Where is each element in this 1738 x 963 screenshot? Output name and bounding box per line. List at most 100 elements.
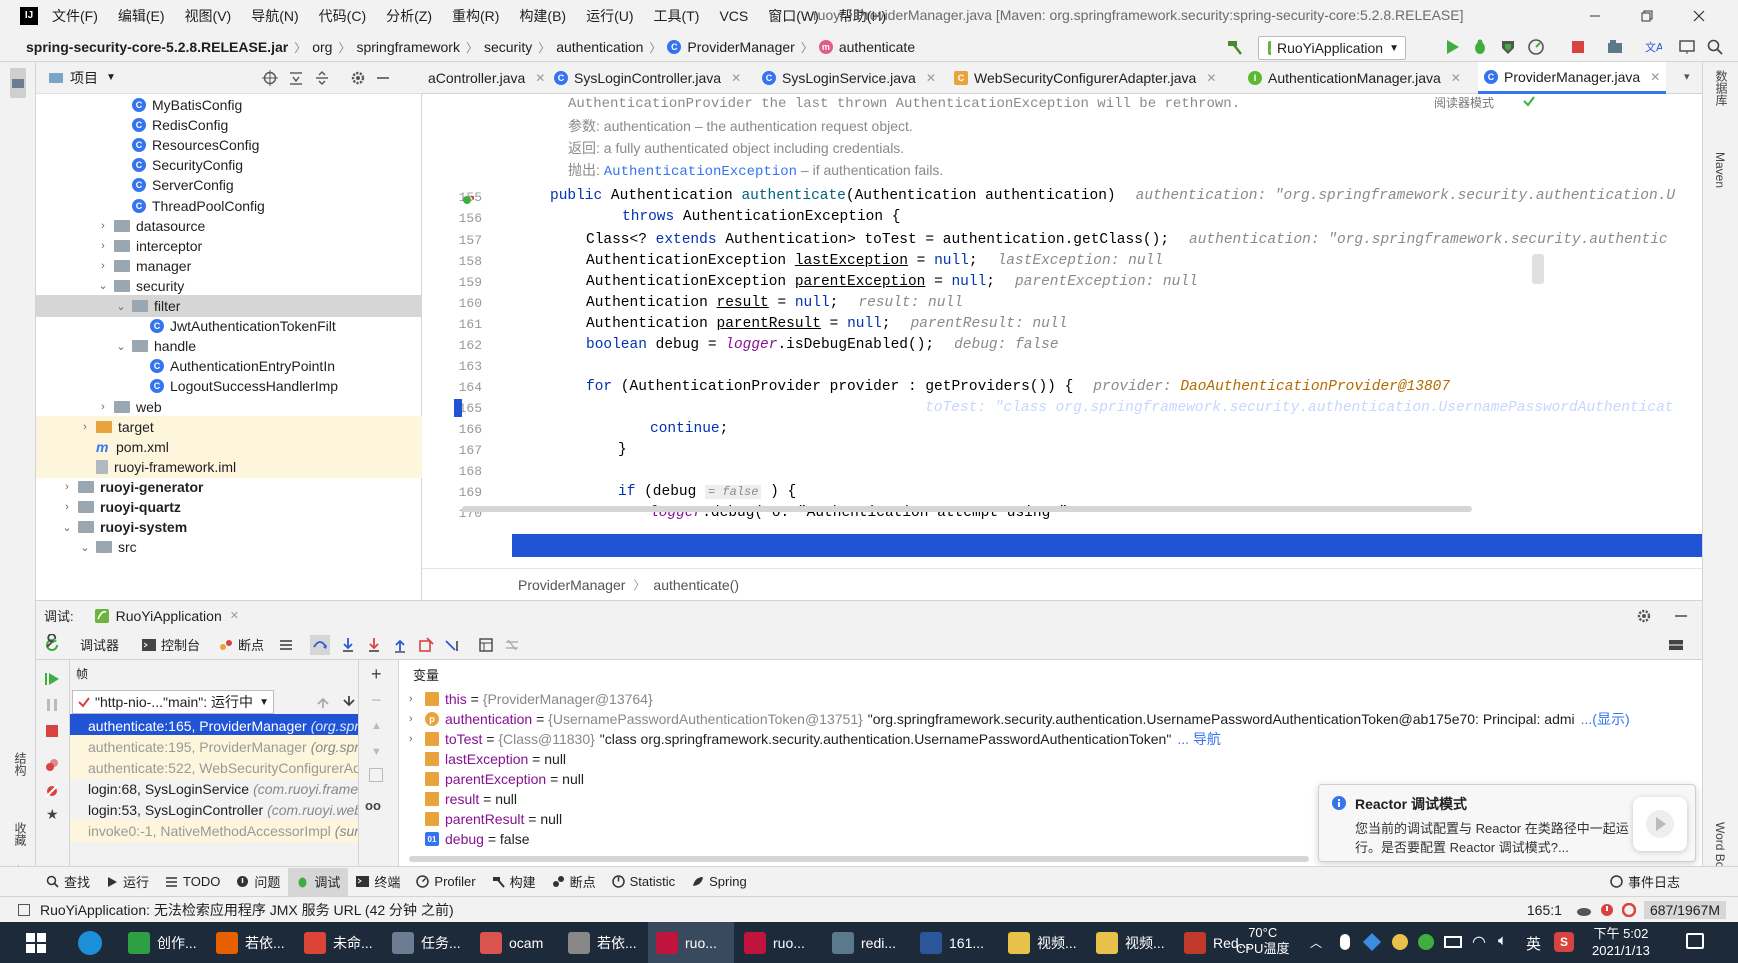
battery-icon[interactable] — [1444, 936, 1462, 948]
variable-row[interactable]: parentException = null — [425, 768, 584, 790]
minimize-button[interactable] — [1572, 0, 1618, 32]
menu-analyze[interactable]: 分析(Z) — [386, 6, 432, 26]
add-icon[interactable]: + — [371, 664, 382, 685]
project-structure-icon[interactable] — [1606, 38, 1624, 56]
status-message[interactable]: RuoYiApplication: 无法检索应用程序 JMX 服务 URL (4… — [40, 900, 454, 920]
taskbar-app[interactable]: 视频... — [1088, 922, 1174, 963]
menu-build[interactable]: 构建(B) — [519, 6, 566, 26]
restore-button[interactable] — [1624, 0, 1670, 32]
tree-item[interactable]: › ruoyi-generator — [36, 476, 422, 498]
tree-item[interactable]: ⌄ ruoyi-system — [36, 516, 422, 538]
inline-debug-value-object[interactable]: DaoAuthenticationProvider@13807 — [1180, 379, 1450, 395]
chevron-down-icon[interactable]: ⌄ — [78, 541, 92, 554]
layout-icon[interactable] — [1668, 637, 1684, 653]
translate-icon[interactable]: 文A — [1644, 38, 1662, 56]
hide-panel-icon[interactable] — [376, 71, 390, 85]
tab-debugger[interactable]: 调试器 — [80, 635, 119, 654]
chevron-right-icon[interactable]: › — [96, 260, 110, 272]
variable-row[interactable]: parentResult = null — [425, 808, 562, 830]
variable-link[interactable]: ... 导航 — [1177, 731, 1221, 747]
tab-sysloginservice[interactable]: C SysLoginService.java ✕ — [756, 62, 942, 94]
reader-mode-toggle[interactable]: 阅读器模式 — [1434, 94, 1494, 111]
close-tab-icon[interactable]: ✕ — [1650, 70, 1660, 84]
tree-item[interactable]: C ThreadPoolConfig — [36, 195, 422, 217]
clock[interactable]: 下午 5:02 2021/1/13 — [1592, 925, 1650, 959]
tree-item[interactable]: C ResourcesConfig — [36, 134, 422, 156]
step-into-icon[interactable] — [340, 637, 356, 653]
mute-breakpoints-icon[interactable] — [44, 783, 60, 799]
recording-widget[interactable] — [1633, 797, 1687, 851]
tab-acontroller[interactable]: aController.java ✕ — [422, 62, 551, 94]
run-icon[interactable] — [1443, 38, 1461, 56]
chevron-right-icon[interactable]: › — [409, 713, 419, 725]
tray-app-icon[interactable] — [1362, 932, 1382, 952]
stack-frame[interactable]: login:53, SysLoginController (com.ruoyi.w… — [70, 798, 398, 821]
chevron-right-icon[interactable]: › — [60, 481, 74, 493]
menu-file[interactable]: 文件(F) — [52, 6, 98, 26]
sogou-icon[interactable]: S — [1554, 932, 1574, 952]
profiler-icon[interactable] — [1527, 38, 1545, 56]
tree-item[interactable]: › ruoyi-quartz — [36, 496, 422, 518]
chevron-down-icon[interactable]: ⌄ — [96, 279, 110, 292]
tree-item[interactable]: › manager — [36, 255, 422, 277]
tool-event-log[interactable]: 事件日志 — [1602, 868, 1688, 896]
volume-icon[interactable]: 🔈︎ — [1498, 932, 1507, 949]
tree-item[interactable]: C RedisConfig — [36, 114, 422, 136]
project-tool-button[interactable] — [10, 68, 26, 98]
tree-item[interactable]: ruoyi-framework.iml — [36, 455, 422, 478]
tree-item[interactable]: C MyBatisConfig — [36, 94, 422, 116]
tool-terminal[interactable]: 终端 — [348, 868, 408, 896]
status-toggle-icon[interactable] — [18, 903, 30, 916]
tool-run[interactable]: 运行 — [98, 868, 157, 896]
chevron-down-icon[interactable]: ▼ — [106, 72, 116, 83]
maven-tool-label[interactable]: Maven — [1713, 152, 1727, 188]
search-everywhere-icon[interactable] — [1706, 38, 1724, 56]
code-editor[interactable]: 阅读器模式 AuthenticationProvider the last th… — [422, 94, 1702, 568]
presentation-icon[interactable] — [1678, 38, 1696, 56]
windows-start-icon[interactable] — [26, 933, 46, 953]
coverage-icon[interactable] — [1499, 38, 1517, 56]
menu-code[interactable]: 代码(C) — [319, 6, 366, 26]
taskbar-app[interactable]: ruo... — [648, 922, 734, 963]
force-step-into-icon[interactable] — [366, 637, 382, 653]
taskbar-app[interactable]: 创作... — [120, 922, 206, 963]
variable-row[interactable]: › p authentication = {UsernamePasswordAuth… — [409, 708, 1630, 730]
tree-item[interactable]: › datasource — [36, 215, 422, 237]
tree-item[interactable]: ⌄ security — [36, 275, 422, 297]
close-tab-icon[interactable]: ✕ — [1451, 71, 1461, 85]
breadcrumb-org[interactable]: org — [312, 39, 332, 55]
tool-build[interactable]: 构建 — [484, 868, 544, 896]
tool-profiler[interactable]: Profiler — [408, 868, 483, 896]
variable-row[interactable]: 01 debug = false — [425, 828, 529, 850]
view-breakpoints-icon[interactable] — [44, 757, 60, 773]
expand-all-icon[interactable] — [288, 70, 304, 86]
microphone-icon[interactable] — [1340, 934, 1350, 950]
project-panel-title[interactable]: 项目 — [70, 68, 98, 88]
tab-sysloginController[interactable]: C SysLoginController.java ✕ — [548, 62, 747, 94]
tool-todo[interactable]: TODO — [157, 868, 228, 896]
step-out-icon[interactable] — [392, 637, 408, 653]
variable-row[interactable]: lastException = null — [425, 748, 566, 770]
taskbar-app[interactable]: 若依... — [208, 922, 294, 963]
taskbar-app[interactable]: 未命... — [296, 922, 382, 963]
thread-selector[interactable]: "http-nio-..."main": 运行中 ▼ — [72, 690, 274, 714]
favorites-tool-label[interactable]: 收藏 — [12, 822, 29, 846]
taskbar-app[interactable]: 若依... — [560, 922, 646, 963]
notification-center-icon[interactable] — [1686, 933, 1704, 949]
taskbar-app[interactable]: ocam — [472, 922, 558, 963]
taskbar-app[interactable]: redi... — [824, 922, 910, 963]
taskbar-app[interactable]: 任务... — [384, 922, 470, 963]
breadcrumb-class[interactable]: ProviderManager — [687, 39, 794, 55]
close-tab-icon[interactable]: ✕ — [731, 71, 741, 85]
tree-item[interactable]: ⌄ src — [36, 536, 422, 558]
tab-breakpoints[interactable]: 断点 — [238, 635, 264, 654]
doc-throws-link[interactable]: AuthenticationException — [604, 164, 797, 180]
tab-websecurityconfigureradapter[interactable]: C WebSecurityConfigurerAdapter.java ✕ — [948, 62, 1222, 94]
close-tab-icon[interactable]: ✕ — [535, 71, 545, 85]
chevron-down-icon[interactable]: ⌄ — [114, 300, 128, 313]
chevron-right-icon[interactable]: › — [96, 401, 110, 413]
variable-link[interactable]: ...(显示) — [1581, 711, 1630, 727]
error-icon[interactable] — [1600, 903, 1614, 917]
variable-row[interactable]: result = null — [425, 788, 517, 810]
tree-item[interactable]: m pom.xml — [36, 435, 422, 458]
